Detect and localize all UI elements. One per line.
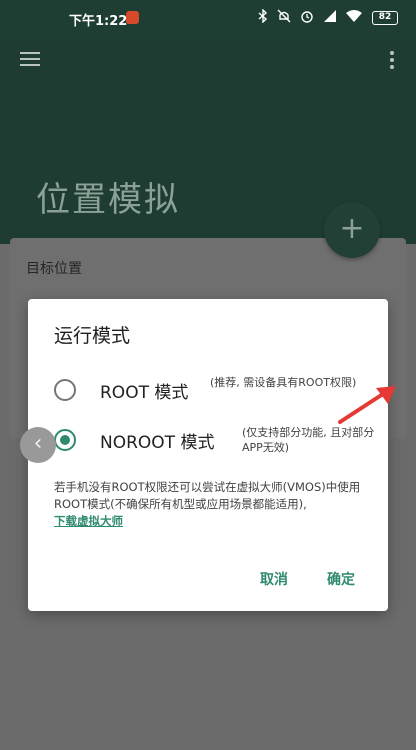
option-label: NOROOT 模式 (100, 433, 215, 453)
run-mode-dialog: 运行模式 ROOT 模式 (推荐, 需设备具有ROOT权限) NOROOT 模式… (28, 299, 388, 611)
status-time: 下午1:22 (69, 14, 128, 29)
dialog-note: 若手机没有ROOT权限还可以尝试在虚拟大师(VMOS)中使用ROOT模式(不确保… (54, 479, 380, 530)
bluetooth-icon (258, 9, 268, 23)
card-label: 目标位置 (26, 261, 82, 277)
back-arrow-icon[interactable]: ‹ (20, 427, 56, 463)
radio-noroot[interactable] (54, 429, 76, 451)
cancel-button[interactable]: 取消 (260, 569, 288, 589)
option-root-mode[interactable]: ROOT 模式 (推荐, 需设备具有ROOT权限) (28, 371, 388, 421)
more-options-icon[interactable] (390, 51, 394, 72)
app-notification-icon (126, 11, 139, 24)
hamburger-menu-icon[interactable] (20, 52, 40, 68)
status-bar: 下午1:22 82 (0, 0, 416, 36)
mute-icon (277, 9, 291, 23)
wifi-icon (346, 10, 362, 22)
download-vmos-link[interactable]: 下载虚拟大师 (54, 514, 123, 528)
ok-button[interactable]: 确定 (327, 569, 355, 589)
option-description: (仅支持部分功能, 且对部分APP无效) (242, 426, 375, 454)
annotation-arrow-icon (338, 386, 396, 424)
alarm-icon (301, 11, 313, 23)
radio-root[interactable] (54, 379, 76, 401)
signal-icon (324, 10, 336, 22)
note-text: 若手机没有ROOT权限还可以尝试在虚拟大师(VMOS)中使用ROOT模式(不确保… (54, 480, 361, 511)
dialog-title: 运行模式 (54, 325, 131, 347)
status-icons (258, 9, 362, 23)
page-title: 位置模拟 (36, 180, 180, 220)
battery-indicator: 82 (372, 11, 398, 25)
add-fab-button[interactable]: + (324, 202, 380, 258)
option-noroot-mode[interactable]: NOROOT 模式 (仅支持部分功能, 且对部分APP无效) (28, 421, 388, 471)
option-label: ROOT 模式 (100, 383, 189, 403)
